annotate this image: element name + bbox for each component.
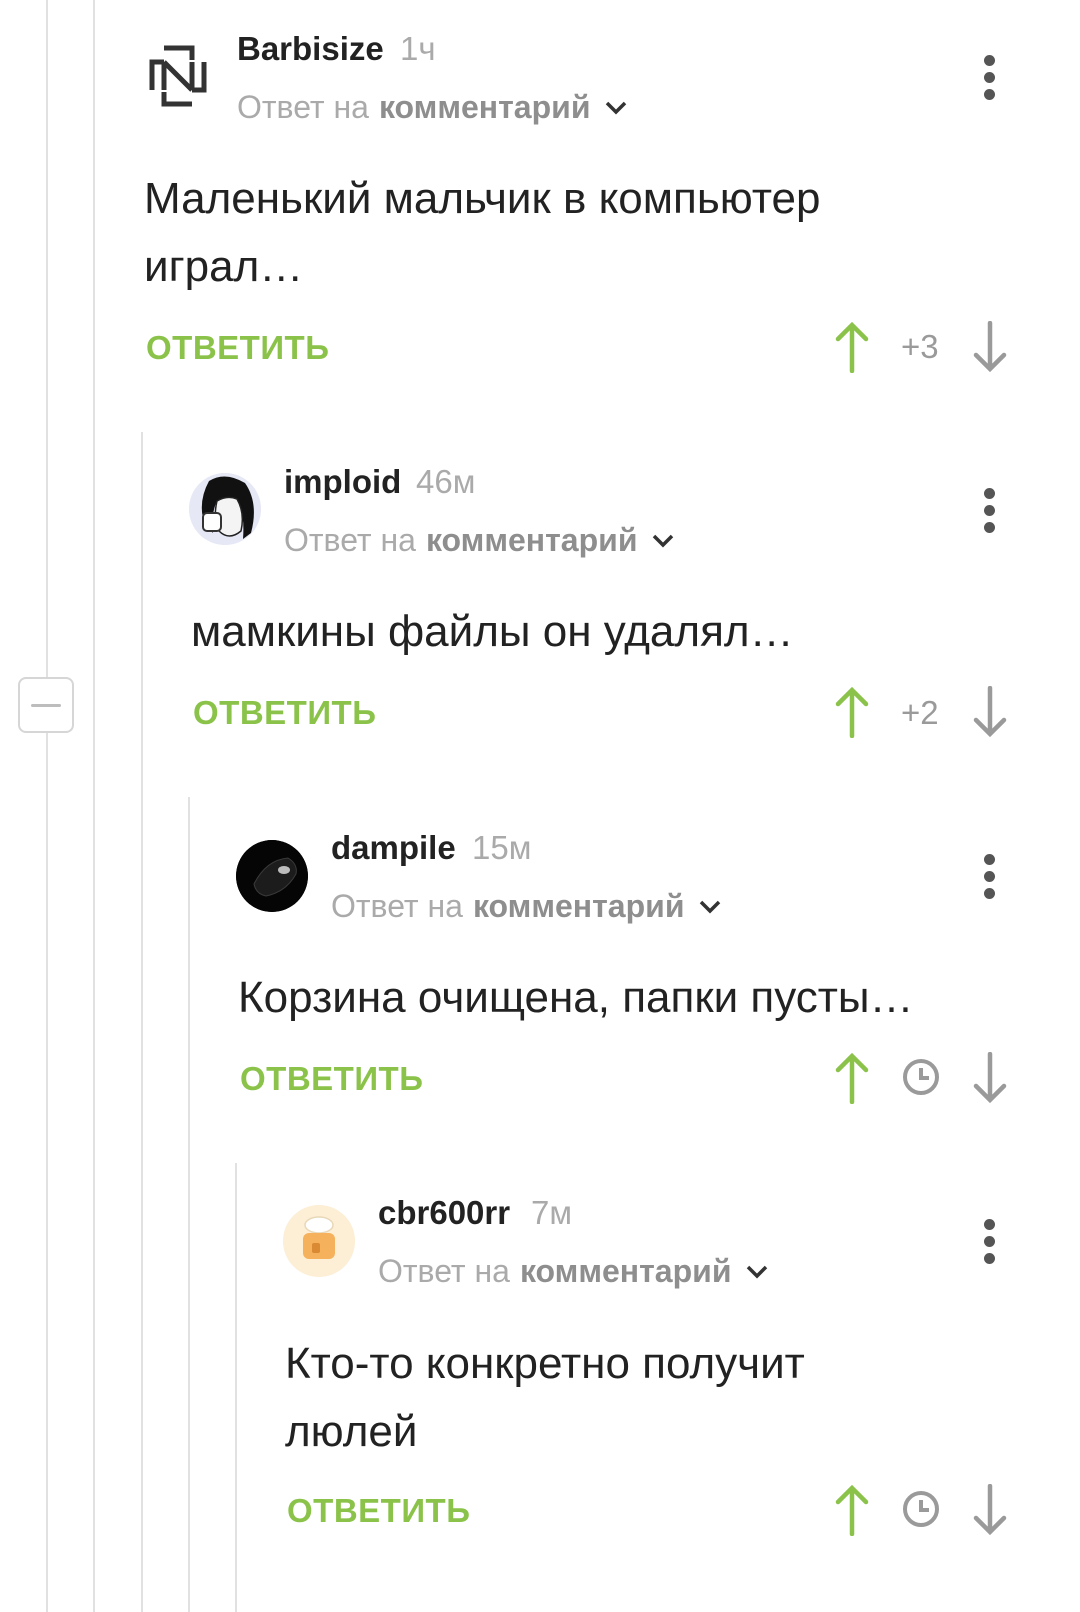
reply-to-link[interactable]: Ответ на комментарий — [284, 522, 675, 559]
author-name[interactable]: imploid — [284, 463, 401, 501]
reply-button[interactable]: ОТВЕТИТЬ — [193, 694, 376, 732]
reply-button[interactable]: ОТВЕТИТЬ — [240, 1060, 423, 1098]
reply-to-target: комментарий — [378, 89, 591, 125]
clock-icon — [903, 1491, 939, 1527]
reply-to-target: комментарий — [472, 888, 685, 924]
reply-to-prefix: Ответ на — [378, 1253, 510, 1289]
reply-to-prefix: Ответ на — [237, 89, 369, 125]
reply-to-prefix: Ответ на — [284, 522, 416, 558]
comment-text: Кто-то конкретно получит люлей — [285, 1339, 805, 1456]
reply-to-link[interactable]: Ответ на комментарий — [378, 1253, 769, 1290]
comment-time: 46м — [416, 463, 476, 500]
author-name[interactable]: Barbisize — [237, 30, 384, 68]
reply-to-target: комментарий — [425, 522, 638, 558]
downvote-arrow-icon[interactable] — [972, 1052, 1008, 1104]
clock-icon — [903, 1059, 939, 1095]
chevron-down-icon — [747, 1265, 768, 1278]
rating-score: +3 — [901, 328, 939, 365]
reply-to-prefix: Ответ на — [331, 888, 463, 924]
comment-text: мамкины файлы он удалял… — [191, 607, 794, 656]
avatar[interactable] — [236, 840, 308, 912]
comment-time: 7м — [531, 1194, 573, 1231]
reply-to-link[interactable]: Ответ на комментарий — [331, 888, 722, 925]
upvote-arrow-icon[interactable] — [834, 321, 870, 373]
more-options-icon[interactable] — [984, 1219, 996, 1270]
chevron-down-icon — [653, 534, 674, 547]
thread-line-level-3 — [188, 797, 190, 1612]
comment-text: Корзина очищена, папки пусты… — [238, 973, 914, 1022]
comment-text: Маленький мальчик в компьютер играл… — [144, 174, 821, 291]
reply-to-link[interactable]: Ответ на комментарий — [237, 89, 628, 126]
author-name[interactable]: dampile — [331, 829, 456, 867]
downvote-arrow-icon[interactable] — [972, 1484, 1008, 1536]
anime-avatar-icon — [189, 473, 261, 545]
author-name[interactable]: cbr600rr — [378, 1194, 510, 1232]
avatar[interactable] — [142, 40, 214, 112]
more-options-icon[interactable] — [984, 55, 996, 106]
downvote-arrow-icon[interactable] — [972, 321, 1008, 373]
reply-to-target: комментарий — [519, 1253, 732, 1289]
more-options-icon[interactable] — [984, 854, 996, 905]
upvote-arrow-icon[interactable] — [834, 1484, 870, 1536]
chevron-down-icon — [606, 101, 627, 114]
rammstein-logo-icon — [149, 45, 207, 107]
reply-button[interactable]: ОТВЕТИТЬ — [146, 329, 329, 367]
thread-line-level-2 — [141, 432, 143, 1612]
more-options-icon[interactable] — [984, 488, 996, 539]
comment-time: 15м — [472, 829, 532, 866]
collapse-thread-button[interactable] — [18, 677, 74, 733]
thread-line-level-0 — [46, 0, 48, 1612]
reply-button[interactable]: ОТВЕТИТЬ — [287, 1492, 470, 1530]
thread-line-level-1 — [93, 0, 95, 1612]
upvote-arrow-icon[interactable] — [834, 686, 870, 738]
thread-line-level-4 — [235, 1163, 237, 1612]
cake-avatar-icon — [283, 1205, 355, 1277]
minus-icon — [31, 703, 61, 707]
chevron-down-icon — [700, 900, 721, 913]
downvote-arrow-icon[interactable] — [972, 686, 1008, 738]
dark-avatar-icon — [236, 840, 308, 912]
avatar[interactable] — [189, 473, 261, 545]
rating-score: +2 — [901, 694, 939, 731]
upvote-arrow-icon[interactable] — [834, 1052, 870, 1104]
avatar[interactable] — [283, 1205, 355, 1277]
comment-time: 1ч — [400, 30, 436, 67]
